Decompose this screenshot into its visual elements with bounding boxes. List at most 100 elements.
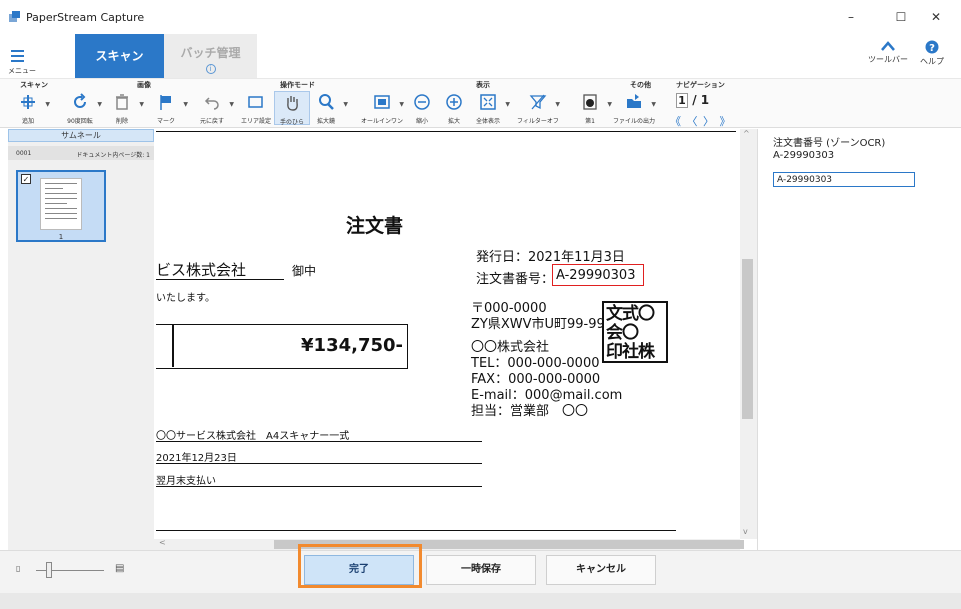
doc-delivery: 2021年12月23日 [156, 453, 237, 464]
doc-item: 〇〇サービス株式会社 A4スキャナー一式 [156, 431, 350, 442]
chevron-down-icon[interactable]: ▼ [607, 101, 612, 108]
rotate-label: 90度回転 [67, 118, 93, 125]
page-thumbnail[interactable]: ✓ 1 [16, 170, 106, 242]
doc-amount: ¥134,750- [301, 335, 403, 356]
zoom-large-icon[interactable]: ▤ [115, 563, 124, 574]
file-output-label: ファイルの出力 [612, 118, 655, 125]
add-label: 追加 [21, 118, 34, 125]
mark-button[interactable]: ▼ マーク [148, 91, 188, 125]
thumbnail-checkbox[interactable]: ✓ [21, 174, 31, 184]
page-contrast-icon [583, 94, 597, 110]
ocr-zone-highlight[interactable] [552, 264, 644, 286]
undo-icon [204, 97, 219, 110]
delete-button[interactable]: ▼ 削除 [104, 91, 144, 125]
chevron-down-icon[interactable]: ▼ [229, 101, 234, 108]
cancel-button[interactable]: キャンセル [546, 555, 656, 585]
hand-icon [287, 96, 298, 111]
magnifier-icon [319, 94, 334, 110]
item-underline [156, 441, 482, 442]
chevron-down-icon[interactable]: ▼ [139, 101, 144, 108]
doc-address: ZY県XWV市U町99-99 [471, 317, 605, 332]
scroll-down-arrow[interactable]: v [743, 527, 748, 536]
chevron-down-icon[interactable]: ▼ [97, 101, 102, 108]
chevron-down-icon[interactable]: ▼ [183, 101, 188, 108]
page1-button[interactable]: ▼ 第1 [572, 91, 612, 125]
svg-text:?: ? [929, 43, 935, 54]
zoom-small-icon[interactable]: ▯ [16, 564, 20, 573]
page-nav-arrows[interactable]: 《 〈 〉 》 [670, 113, 732, 129]
help-button[interactable]: ? ヘルプ [920, 40, 944, 67]
menu-label: メニュー [8, 67, 36, 75]
ocr-field-value-text: A-29990303 [773, 150, 835, 161]
rotate-button[interactable]: ▼ 90度回転 [62, 91, 102, 125]
menu-button[interactable]: メニュー [8, 48, 38, 75]
group-title-image: 画像 [137, 81, 151, 89]
tab-scan[interactable]: スキャン [75, 34, 164, 78]
thumbnail-header: サムネール [8, 129, 154, 142]
add-scan-icon [21, 95, 35, 109]
bottom-bar: ▯ ▤ 完了 一時保存 キャンセル [0, 550, 961, 593]
help-label: ヘルプ [920, 57, 944, 66]
maximize-button[interactable]: ☐ [886, 6, 916, 28]
ocr-panel: 注文書番号 (ゾーンOCR) A-29990303 [757, 129, 961, 550]
ocr-value-input[interactable] [773, 172, 915, 187]
footer-strip [0, 593, 961, 609]
group-title-scan: スキャン [20, 81, 48, 89]
zoom-slider-handle[interactable] [46, 562, 52, 578]
fit-all-button[interactable]: ▼ 全体表示 [470, 91, 510, 125]
save-temp-button[interactable]: 一時保存 [426, 555, 536, 585]
thumbnail-panel: 0001 ドキュメント内ページ数: 1 ✓ 1 [8, 142, 154, 550]
undo-button[interactable]: ▼ 元に戻す [194, 91, 234, 125]
chevron-down-icon[interactable]: ▼ [555, 101, 560, 108]
delivery-underline [156, 463, 482, 464]
document-page-count: ドキュメント内ページ数: 1 [76, 152, 150, 159]
file-output-button[interactable]: ▼ ファイルの出力 [613, 91, 656, 125]
vertical-scrollbar[interactable]: ^ v [740, 129, 757, 539]
scroll-left-arrow[interactable]: < [159, 538, 166, 547]
ribbon: スキャン 画像 操作モード 表示 その他 ナビゲーション ▼ 追加 ▼ 90度回… [0, 78, 961, 128]
group-title-mode: 操作モード [280, 81, 315, 89]
toolbar-toggle-button[interactable]: ツールバー [868, 40, 908, 65]
minimize-button[interactable]: – [836, 6, 866, 28]
app-icon [9, 11, 20, 22]
fit-page-icon [480, 94, 496, 110]
tab-batch[interactable]: バッチ管理 i [164, 34, 257, 78]
group-title-nav: ナビゲーション [676, 81, 725, 89]
close-button[interactable]: ✕ [921, 6, 951, 28]
chevron-down-icon[interactable]: ▼ [45, 101, 50, 108]
zoom-label: 拡大鏡 [316, 118, 335, 125]
chevron-down-icon[interactable]: ▼ [505, 101, 510, 108]
doc-contact: 担当：営業部 〇〇 [471, 404, 589, 419]
zoom-in-icon [446, 94, 462, 110]
doc-customer: ビス株式会社 [156, 261, 247, 279]
amount-box-divider [172, 325, 174, 367]
vertical-scroll-thumb[interactable] [742, 259, 753, 419]
undo-label: 元に戻す [199, 118, 224, 125]
document-row[interactable]: 0001 ドキュメント内ページ数: 1 [8, 146, 154, 160]
filter-icon [529, 94, 547, 110]
flag-icon [160, 95, 171, 110]
document-viewer[interactable]: 注文書 ビス株式会社 御中 いたします。 ¥134,750- 発行日：2021年… [154, 129, 757, 550]
customer-underline [156, 279, 284, 280]
chevron-down-icon[interactable]: ▼ [343, 101, 348, 108]
horizontal-scrollbar[interactable]: < [154, 538, 744, 550]
thumbnail-page-number: 1 [58, 233, 64, 241]
current-page-input[interactable]: 1 [676, 93, 688, 108]
trash-icon [116, 94, 128, 110]
filter-off-button[interactable]: ▼ フィルターオフ [517, 91, 560, 125]
title-bar: PaperStream Capture – ☐ ✕ [0, 0, 961, 34]
ocr-field-label: 注文書番号 (ゾーンOCR) A-29990303 [773, 138, 885, 162]
add-button[interactable]: ▼ 追加 [10, 91, 50, 125]
info-icon[interactable]: i [205, 64, 216, 74]
all-in-one-button[interactable]: ▼ オールインワン [361, 91, 404, 125]
magnifier-button[interactable]: ▼ 拡大鏡 [308, 91, 348, 125]
help-icon: ? [925, 40, 939, 54]
area-select-icon [248, 96, 263, 108]
fit-all-label: 全体表示 [475, 118, 500, 125]
zoom-out-icon [414, 94, 430, 110]
payment-underline [156, 486, 482, 487]
chevron-down-icon[interactable]: ▼ [651, 101, 656, 108]
top-rule [156, 131, 736, 132]
scroll-up-arrow[interactable]: ^ [743, 129, 750, 138]
delete-label: 削除 [115, 118, 128, 125]
